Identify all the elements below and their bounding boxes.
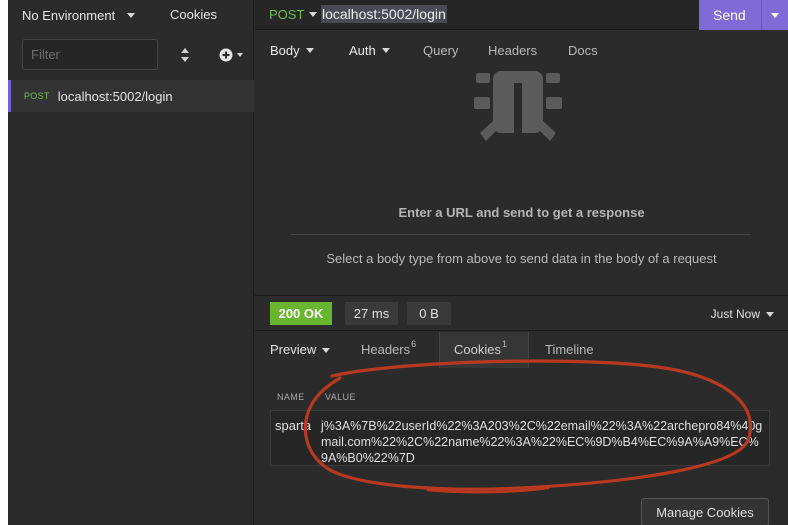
- request-name: localhost:5002/login: [57, 88, 173, 104]
- cookie-value: j%3A%7B%22userId%22%3A203%2C%22email%22%…: [321, 419, 763, 465]
- cookies-count: 1: [501, 339, 507, 349]
- request-method-badge: POST: [24, 91, 50, 101]
- chevron-down-icon: [766, 311, 774, 317]
- tab-response-headers[interactable]: Headers 6: [361, 339, 417, 357]
- chevron-down-icon: [127, 12, 136, 18]
- environment-label: No Environment: [22, 7, 116, 23]
- chevron-down-icon: [305, 48, 314, 53]
- tab-preview[interactable]: Preview: [270, 342, 331, 357]
- tab-timeline[interactable]: Timeline: [545, 342, 594, 357]
- column-header-name: NAME: [277, 392, 305, 402]
- response-tabs: Preview Headers 6 Cookies 1 Timeline: [255, 332, 788, 368]
- tab-body-label: Body: [270, 43, 300, 58]
- filter-input[interactable]: [22, 39, 158, 70]
- main-panel: POST localhost:5002/login Send Body Auth…: [255, 0, 788, 525]
- table-row: sparta j%3A%7B%22userId%22%3A203%2C%22em…: [270, 410, 770, 466]
- cookies-button[interactable]: Cookies: [170, 7, 217, 22]
- timestamp-label: Just Now: [710, 307, 760, 321]
- response-size-badge: 0 B: [407, 302, 451, 325]
- cookies-table: NAME VALUE sparta j%3A%7B%22userId%22%3A…: [255, 368, 788, 525]
- send-button[interactable]: Send: [699, 0, 788, 30]
- tab-query-label: Query: [423, 43, 459, 58]
- send-divider: [761, 0, 762, 30]
- chevron-down-icon[interactable]: [771, 13, 779, 18]
- tab-headers-label: Headers: [361, 342, 411, 357]
- method-label: POST: [269, 7, 305, 22]
- url-input[interactable]: localhost:5002/login: [321, 5, 447, 23]
- status-badge: 200 OK: [270, 302, 332, 325]
- tab-timeline-label: Timeline: [545, 342, 594, 357]
- method-dropdown[interactable]: POST: [269, 7, 318, 22]
- sidebar: No Environment Cookies POST localhost:50…: [8, 0, 254, 525]
- body-type-hint: Select a body type from above to send da…: [326, 251, 717, 266]
- chevron-down-icon: [309, 12, 318, 17]
- tab-cookies[interactable]: Cookies 1: [454, 339, 507, 357]
- environment-dropdown[interactable]: No Environment: [22, 7, 136, 23]
- history-dropdown[interactable]: Just Now: [711, 307, 774, 321]
- tab-query[interactable]: Query: [423, 43, 458, 58]
- tab-docs[interactable]: Docs: [568, 43, 598, 58]
- tab-headers[interactable]: Headers: [488, 43, 537, 58]
- tab-auth-label: Auth: [349, 43, 376, 58]
- sort-icon[interactable]: [180, 47, 190, 63]
- url-bar: POST localhost:5002/login Send: [255, 0, 788, 30]
- app-window: No Environment Cookies POST localhost:50…: [8, 0, 788, 525]
- tab-headers-label: Headers: [488, 43, 538, 58]
- request-tabs: Body Auth Query Headers Docs: [255, 31, 788, 67]
- request-body-panel: Enter a URL and send to get a response S…: [255, 67, 788, 295]
- tab-preview-label: Preview: [270, 342, 317, 357]
- tab-body[interactable]: Body: [270, 43, 314, 58]
- chevron-down-icon: [322, 348, 331, 353]
- sidebar-item-request[interactable]: POST localhost:5002/login: [8, 80, 254, 112]
- cookie-name: sparta: [275, 418, 312, 433]
- tab-auth[interactable]: Auth: [349, 43, 390, 58]
- tab-cookies-label: Cookies: [454, 342, 501, 357]
- manage-cookies-button[interactable]: Manage Cookies: [641, 498, 769, 525]
- send-label: Send: [713, 7, 746, 23]
- response-status-bar: 200 OK 27 ms 0 B Just Now: [255, 295, 788, 331]
- tab-docs-label: Docs: [568, 43, 598, 58]
- bug-icon: [474, 71, 562, 141]
- response-time-badge: 27 ms: [345, 302, 398, 325]
- chevron-down-icon: [381, 48, 390, 53]
- headers-count: 6: [411, 339, 417, 349]
- add-folder-icon[interactable]: [218, 47, 248, 63]
- filter-row: [22, 39, 254, 71]
- divider: [291, 234, 751, 235]
- column-header-value: VALUE: [325, 392, 356, 402]
- empty-response-message: Enter a URL and send to get a response: [398, 205, 645, 220]
